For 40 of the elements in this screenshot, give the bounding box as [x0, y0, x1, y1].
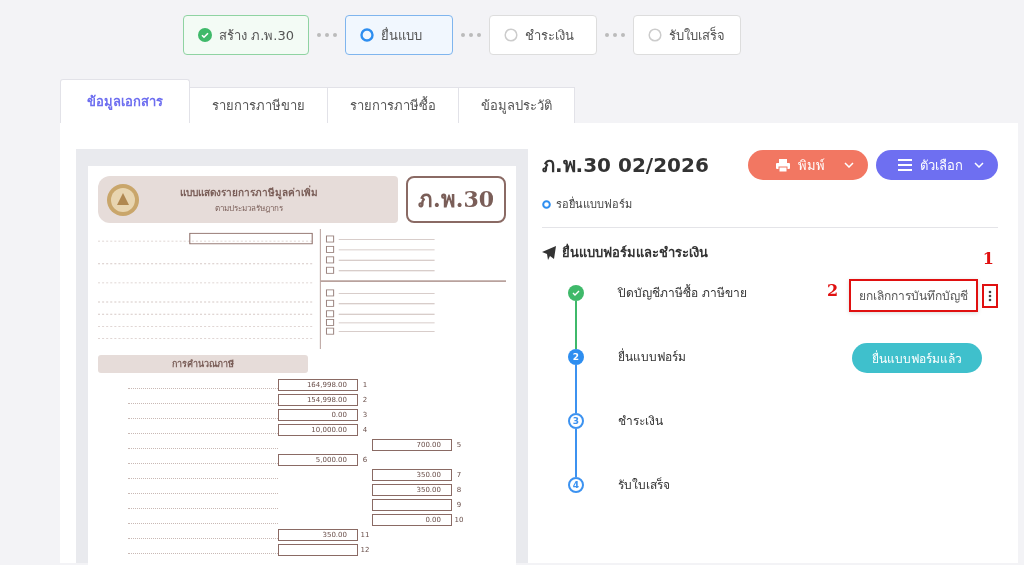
form-subtitle: ตามประมวลรัษฎากร: [215, 202, 283, 215]
step-label: รับใบเสร็จ: [618, 477, 671, 493]
step-label: ชำระเงิน: [618, 413, 664, 429]
tab[interactable]: ข้อมูลเอกสาร: [60, 79, 190, 123]
tab[interactable]: ข้อมูลประวัติ: [459, 87, 575, 123]
kebab-icon: [988, 289, 992, 302]
form-code: ภ.พ.30: [406, 176, 506, 223]
tab[interactable]: รายการภาษีซื้อ: [328, 87, 459, 123]
step-marker: 2: [568, 349, 584, 365]
options-button[interactable]: ตัวเลือก: [876, 150, 998, 180]
step-marker: 4: [568, 477, 584, 493]
form-section-title: การคำนวณภาษี: [98, 355, 308, 373]
annotation-number: 1: [982, 249, 994, 268]
status-ring-icon: [542, 199, 551, 209]
step-label: ยื่นแบบฟอร์ม: [618, 349, 687, 365]
progress-step: สร้าง ภ.พ.30: [183, 15, 309, 55]
ring-icon: [359, 28, 374, 42]
step-marker: 3: [568, 413, 584, 429]
check-icon: [572, 289, 580, 297]
printer-icon: [776, 158, 790, 172]
menu-item[interactable]: ยกเลิกการบันทึกบัญชี: [849, 279, 978, 312]
step-label: ปิดบัญชีภาษีซื้อ ภาษีขาย: [618, 285, 748, 301]
caret-icon: [974, 162, 984, 168]
section-title: ยื่นแบบฟอร์มและชำระเงิน: [562, 242, 708, 262]
check-circle-icon: [198, 28, 212, 42]
ring-icon: [647, 28, 662, 42]
progress-step: รับใบเสร็จ: [632, 15, 741, 55]
progress-step: ชำระเงิน: [488, 15, 597, 55]
emblem-icon: [106, 182, 140, 217]
form-title: แบบแสดงรายการภาษีมูลค่าเพิ่ม: [180, 184, 318, 200]
menu-icon: [898, 159, 912, 171]
send-icon: [542, 245, 556, 260]
annotation-number: 2: [827, 281, 839, 300]
tab[interactable]: รายการภาษีขาย: [190, 87, 328, 123]
document-title: ภ.พ.30 02/2026: [542, 152, 709, 179]
more-button[interactable]: [982, 283, 998, 308]
ring-icon: [503, 28, 518, 42]
progress-step: ยื่นแบบ: [344, 15, 453, 55]
caret-icon: [844, 162, 854, 168]
status-text: รอยื่นแบบฟอร์ม: [556, 195, 632, 213]
